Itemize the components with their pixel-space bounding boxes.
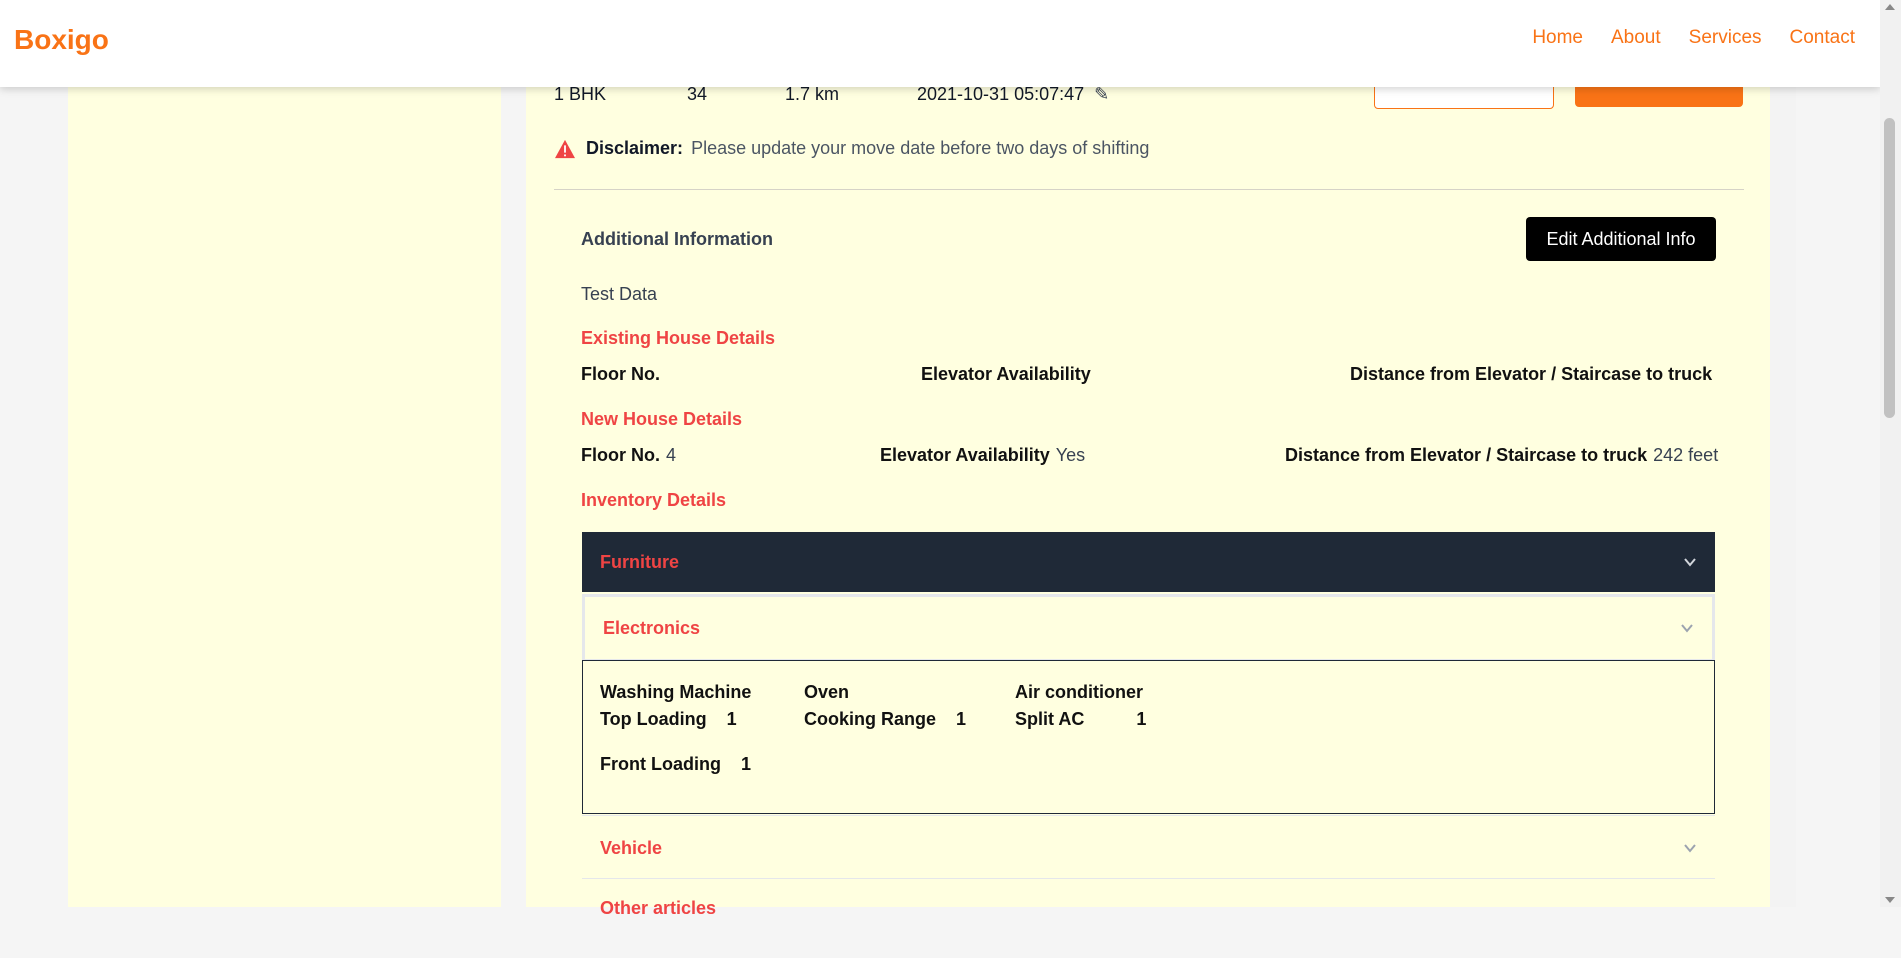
item-category-oven: Oven [804,682,850,702]
brand-logo[interactable]: Boxigo [14,24,109,56]
existing-floor: Floor No. [581,364,666,385]
accordion-electronics[interactable]: Electronics [582,594,1715,662]
item-row: Cooking Range 1 [804,709,966,730]
right-gutter [1770,0,1796,907]
chevron-down-icon [1684,844,1696,853]
accordion-vehicle[interactable]: Vehicle [582,815,1715,879]
scroll-up-icon[interactable] [1885,4,1895,10]
item-row: Front Loading 1 [600,754,751,775]
existing-floor-label: Floor No. [581,364,660,384]
item-qty: 1 [956,709,967,729]
move-date-value: 2021-10-31 05:07:47 [917,84,1085,104]
disclaimer: Disclaimer: Please update your move date… [554,138,1149,159]
item-type: Split AC [1015,709,1085,729]
existing-distance: Distance from Elevator / Staircase to tr… [1350,364,1718,385]
distance: 1.7 km [785,84,840,104]
item-category-air-conditioner: Air conditioner [1015,682,1144,702]
existing-elevator-label: Elevator Availability [921,364,1091,384]
additional-info-text: Test Data [581,284,658,304]
accordion-other[interactable]: Other articles [582,880,1715,940]
new-distance-value: 242 feet [1653,445,1719,465]
item-row: Split AC 1 [1015,709,1146,730]
accordion-header-furniture[interactable]: Furniture [582,532,1715,592]
new-elevator-label: Elevator Availability [880,445,1050,465]
existing-elevator: Elevator Availability [921,364,1097,385]
accordion-header-other[interactable]: Other articles [582,880,1715,958]
item-qty: 1 [1136,709,1147,729]
additional-info-title: Additional Information [581,229,773,249]
accordion-header-vehicle[interactable]: Vehicle [582,816,1715,880]
edit-additional-info-button[interactable]: Edit Additional Info [1526,217,1716,261]
existing-house-title: Existing House Details [581,328,776,348]
accordion-label-electronics: Electronics [603,617,701,638]
divider [554,189,1744,190]
new-floor: Floor No. 4 [581,445,676,466]
new-distance: Distance from Elevator / Staircase to tr… [1285,445,1718,466]
item-type: Top Loading [600,709,707,729]
nav-home[interactable]: Home [1532,27,1583,49]
page-scrollbar[interactable] [1880,0,1901,907]
total-items: 34 [687,84,708,104]
pencil-icon[interactable]: ✎ [1094,84,1109,105]
new-elevator-value: Yes [1055,445,1086,465]
disclaimer-label: Disclaimer: [586,138,684,158]
scroll-down-icon[interactable] [1885,897,1895,903]
property-size: 1 BHK [554,84,607,104]
nav-services[interactable]: Services [1689,27,1762,49]
inventory-title: Inventory Details [581,490,727,510]
scrollbar-thumb[interactable] [1884,118,1895,418]
new-house-title: New House Details [581,409,743,429]
left-panel [68,0,501,907]
item-row: Top Loading 1 [600,709,737,730]
accordion-label-furniture: Furniture [600,551,679,572]
new-elevator: Elevator Availability Yes [880,445,1085,466]
existing-distance-label: Distance from Elevator / Staircase to tr… [1350,364,1713,384]
item-qty: 1 [740,754,751,774]
chevron-down-icon [1681,624,1693,633]
chevron-down-icon [1684,558,1696,567]
accordion-label-vehicle: Vehicle [600,837,663,858]
move-date: 2021-10-31 05:07:47 ✎ [917,84,1109,105]
disclaimer-text: Please update your move date before two … [691,138,1150,158]
navbar: Boxigo Home About Services Contact [0,0,1880,87]
new-distance-label: Distance from Elevator / Staircase to tr… [1285,445,1648,465]
new-floor-label: Floor No. [581,445,660,465]
accordion-label-other: Other articles [600,898,717,918]
nav-contact[interactable]: Contact [1790,27,1855,49]
item-type: Front Loading [600,754,721,774]
new-floor-value: 4 [666,445,677,465]
nav-links: Home About Services Contact [1504,27,1855,49]
item-category-washing-machine: Washing Machine [600,682,752,702]
item-qty: 1 [726,709,737,729]
item-type: Cooking Range [804,709,937,729]
warning-icon [555,139,575,158]
accordion-header-electronics[interactable]: Electronics [585,597,1712,659]
electronics-panel: Washing Machine Top Loading 1 Front Loadi… [582,660,1715,814]
nav-about[interactable]: About [1611,27,1661,49]
accordion-furniture[interactable]: Furniture [582,532,1715,592]
